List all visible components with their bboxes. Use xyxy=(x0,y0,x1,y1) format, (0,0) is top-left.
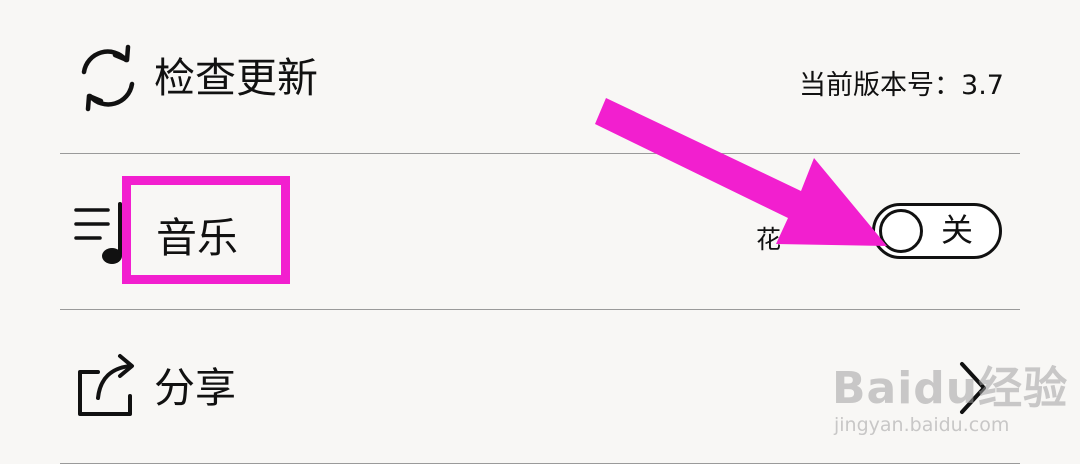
annotation-arrow xyxy=(595,98,887,246)
settings-page: 检查更新 当前版本号：3.7 音乐 花 关 分享 Baidu经验 jingyan… xyxy=(0,0,1080,464)
